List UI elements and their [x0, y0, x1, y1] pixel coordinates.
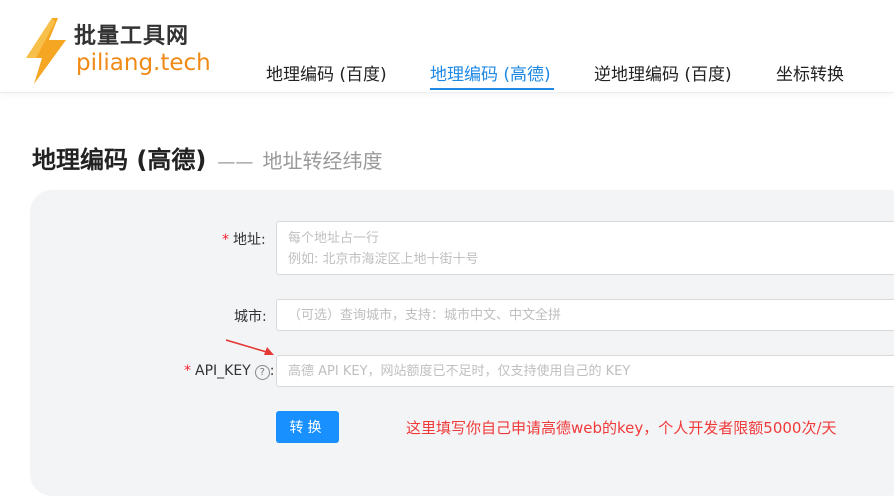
required-mark: * [222, 232, 229, 248]
city-label: 城市: [234, 309, 267, 325]
api-key-note: 这里填写你自己申请高德web的key，个人开发者限额5000次/天 [406, 419, 837, 437]
page-title: 地理编码 (高德) —— 地址转经纬度 [32, 140, 382, 175]
api-key-input[interactable] [276, 355, 894, 387]
question-circle-icon[interactable]: ? [254, 365, 270, 380]
api-key-label: * API_KEY?: [184, 363, 274, 380]
red-arrow-icon [226, 339, 274, 355]
logo-text-en: piliang.tech [76, 50, 211, 76]
nav-item-reverse-geocode-baidu[interactable]: 逆地理编码 (百度) [594, 60, 732, 85]
nav-item-coordinate-convert[interactable]: 坐标转换 [776, 60, 844, 85]
site-header: 批量工具网 piliang.tech 地理编码 (百度) 地理编码 (高德) 逆… [0, 0, 894, 93]
address-label: * 地址: [222, 229, 266, 249]
page-subtitle: 地址转经纬度 [262, 149, 383, 173]
page-title-separator: —— [217, 152, 254, 173]
api-key-label-colon: : [269, 363, 275, 379]
address-textarea[interactable] [276, 221, 894, 275]
api-key-label-text: API_KEY [195, 363, 251, 379]
nav-item-geocode-baidu[interactable]: 地理编码 (百度) [266, 60, 387, 85]
required-mark: * [184, 363, 191, 379]
address-label-text: 地址: [233, 232, 266, 248]
site-logo[interactable]: 批量工具网 piliang.tech [22, 14, 232, 86]
logo-text-cn: 批量工具网 [74, 24, 190, 49]
active-tab-indicator [430, 88, 554, 90]
nav-item-geocode-amap[interactable]: 地理编码 (高德) [430, 60, 551, 85]
page-title-main: 地理编码 (高德) [32, 146, 207, 174]
lightning-bolt-icon [26, 18, 66, 84]
convert-button[interactable]: 转换 [276, 411, 339, 443]
city-input[interactable] [276, 299, 894, 331]
